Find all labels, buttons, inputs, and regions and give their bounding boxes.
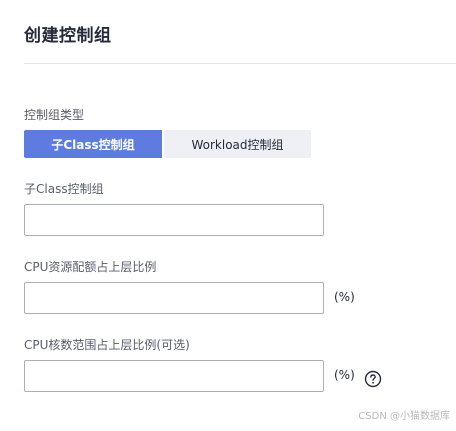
cpu-core-range-input[interactable] bbox=[24, 360, 324, 392]
cpu-core-range-label: CPU核数范围占上层比例(可选) bbox=[24, 338, 190, 352]
group-type-label: 控制组类型 bbox=[24, 108, 85, 122]
dialog-title: 创建控制组 bbox=[24, 26, 112, 46]
subclass-group-option[interactable]: 子Class控制组 bbox=[24, 130, 162, 158]
question-circle-icon[interactable] bbox=[364, 370, 382, 388]
cpu-share-label: CPU资源配额占上层比例 bbox=[24, 260, 157, 274]
cpu-share-unit: (%) bbox=[334, 290, 355, 304]
cpu-share-input[interactable] bbox=[24, 282, 324, 314]
subclass-name-input[interactable] bbox=[24, 204, 324, 236]
subclass-name-label: 子Class控制组 bbox=[24, 182, 104, 196]
title-divider bbox=[24, 63, 456, 64]
csdn-watermark: CSDN @小猫数据库 bbox=[358, 411, 450, 422]
workload-group-option[interactable]: Workload控制组 bbox=[164, 130, 311, 158]
group-type-selector: 子Class控制组 Workload控制组 bbox=[24, 130, 311, 158]
cpu-core-range-unit: (%) bbox=[334, 368, 355, 382]
